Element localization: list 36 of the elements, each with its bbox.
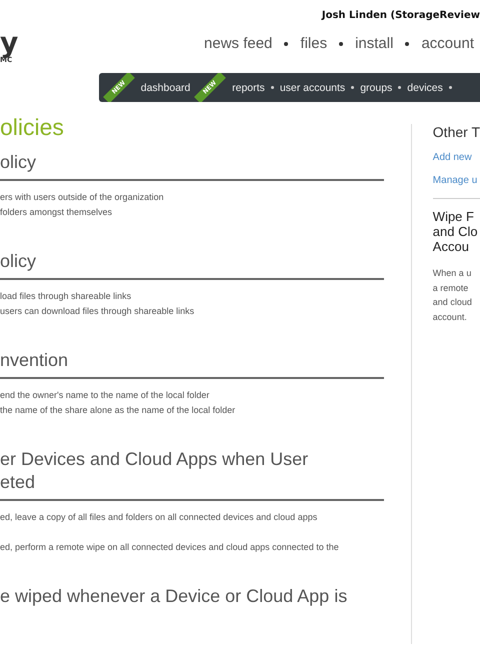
separator-dot: [398, 86, 402, 89]
subnav-link[interactable]: user accounts: [280, 82, 346, 94]
option-text: ers with users outside of the organization: [0, 191, 165, 203]
subnav-link[interactable]: groups: [360, 82, 392, 94]
option-text: end the owner's name to the name of the local folder: [0, 389, 210, 401]
separator-dot: [339, 42, 344, 46]
subnav-link[interactable]: reports: [232, 82, 265, 94]
option-text: folders amongst themselves: [0, 206, 114, 218]
subnav-link[interactable]: devices: [407, 82, 443, 94]
separator-dot: [448, 86, 452, 89]
nav-link[interactable]: news feed: [204, 35, 272, 52]
section-heading: er Devices and Cloud Apps when User eted: [0, 448, 310, 494]
separator-dot: [351, 86, 354, 89]
user-name[interactable]: Josh Linden (StorageReview: [0, 10, 480, 21]
nav-link[interactable]: files: [300, 35, 328, 52]
subnav-link[interactable]: dashboard: [140, 82, 190, 94]
separator-dot: [284, 42, 288, 46]
nav-link[interactable]: install: [355, 35, 394, 52]
sidebar-link[interactable]: Add new: [432, 152, 480, 163]
info-text: When a u a remote and cloud account.: [432, 267, 473, 324]
sidebar-link[interactable]: Manage u: [432, 175, 480, 186]
option-text: users can download files through shareable links: [0, 305, 196, 317]
separator-dot: [270, 86, 274, 89]
section-heading: e wiped whenever a Device or Cloud App is: [0, 585, 348, 608]
separator-dot: [405, 42, 410, 46]
sidebar-title: Other T: [432, 124, 480, 140]
nav-link[interactable]: account: [421, 35, 474, 52]
option-text: the name of the share alone as the name of the local folder: [0, 404, 236, 416]
option-text: load files through shareable links: [0, 290, 132, 302]
section-heading: olicy: [0, 151, 38, 174]
option-text: ed, leave a copy of all files and folders on all connected devices and cloud apps: [0, 511, 318, 523]
info-heading: Wipe F and Clo Accou: [432, 209, 479, 254]
page-title: olicies: [0, 114, 65, 141]
section-heading: olicy: [0, 250, 38, 273]
section-heading: nvention: [0, 349, 70, 372]
option-text: ed, perform a remote wipe on all connected devices and cloud apps connected to the: [0, 541, 340, 553]
